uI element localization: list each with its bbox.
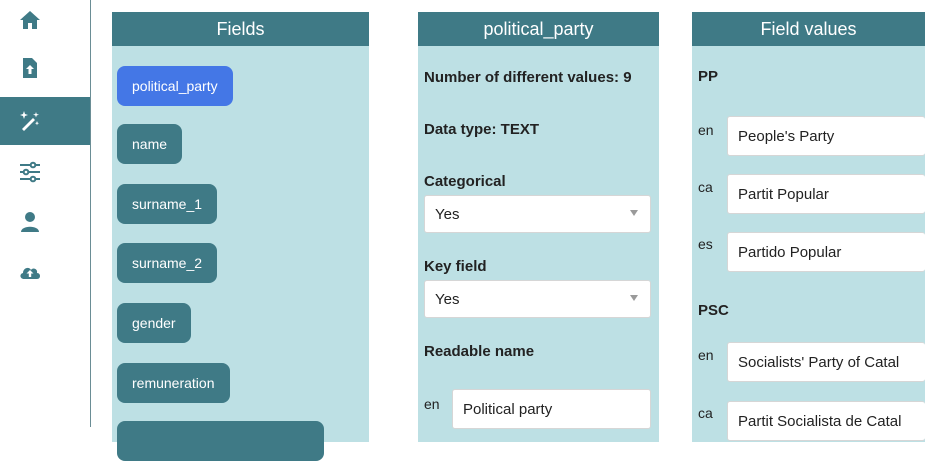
- num-values-text: Number of different values: 9: [424, 69, 632, 86]
- key-field-select[interactable]: Yes: [424, 280, 651, 318]
- value-lang-label: en: [698, 347, 714, 363]
- categorical-value: Yes: [435, 205, 460, 223]
- data-type-text: Data type: TEXT: [424, 121, 540, 138]
- field-chip-political-party[interactable]: political_party: [117, 66, 233, 106]
- field-values-title: Field values: [692, 12, 925, 46]
- nav-settings[interactable]: [0, 152, 90, 192]
- key-field-label: Key field: [424, 258, 487, 275]
- field-detail-panel: political_party Number of different valu…: [418, 12, 659, 442]
- nav-user[interactable]: [0, 202, 90, 242]
- magic-wand-icon: [17, 108, 43, 134]
- value-lang-label: ca: [698, 405, 713, 421]
- chevron-down-icon: [630, 210, 638, 216]
- value-input[interactable]: Partit Popular: [727, 174, 925, 214]
- upload-file-icon: [17, 55, 43, 81]
- value-group-code: PSC: [698, 302, 729, 319]
- value-group-code: PP: [698, 68, 719, 85]
- chevron-down-icon: [630, 295, 638, 301]
- key-field-value: Yes: [435, 290, 460, 308]
- categorical-label: Categorical: [424, 173, 506, 190]
- readable-lang-label: en: [424, 396, 440, 412]
- sliders-icon: [17, 159, 43, 185]
- field-detail-title: political_party: [418, 12, 659, 46]
- field-chip-name[interactable]: name: [117, 124, 183, 164]
- field-chip-surname-1[interactable]: surname_1: [117, 184, 218, 224]
- value-input[interactable]: Partit Socialista de Catal: [727, 401, 925, 441]
- value-input[interactable]: Socialists' Party of Catal: [727, 342, 925, 382]
- nav-cloud-upload[interactable]: [0, 252, 90, 292]
- fields-panel: Fields political_party name surname_1 su…: [112, 12, 369, 461]
- value-input[interactable]: People's Party: [727, 116, 925, 156]
- nav-home[interactable]: [0, 0, 90, 40]
- readable-name-label: Readable name: [424, 343, 535, 360]
- readable-name-input[interactable]: Political party: [452, 389, 651, 429]
- categorical-select[interactable]: Yes: [424, 195, 651, 233]
- fields-panel-title: Fields: [112, 12, 369, 46]
- side-nav: [0, 0, 91, 427]
- field-chip-partial[interactable]: [117, 421, 324, 461]
- cloud-upload-icon: [17, 259, 43, 285]
- value-lang-label: es: [698, 236, 713, 252]
- home-icon: [17, 7, 43, 33]
- user-icon: [17, 209, 43, 235]
- value-lang-label: ca: [698, 179, 713, 195]
- field-chip-surname-2[interactable]: surname_2: [117, 243, 218, 283]
- nav-magic[interactable]: [0, 97, 90, 145]
- nav-upload-file[interactable]: [0, 48, 90, 88]
- field-chip-remuneration[interactable]: remuneration: [117, 363, 230, 403]
- value-input[interactable]: Partido Popular: [727, 232, 925, 272]
- value-lang-label: en: [698, 122, 714, 138]
- field-chip-gender[interactable]: gender: [117, 303, 191, 343]
- field-values-panel: Field values PP en People's Party ca Par…: [692, 12, 925, 442]
